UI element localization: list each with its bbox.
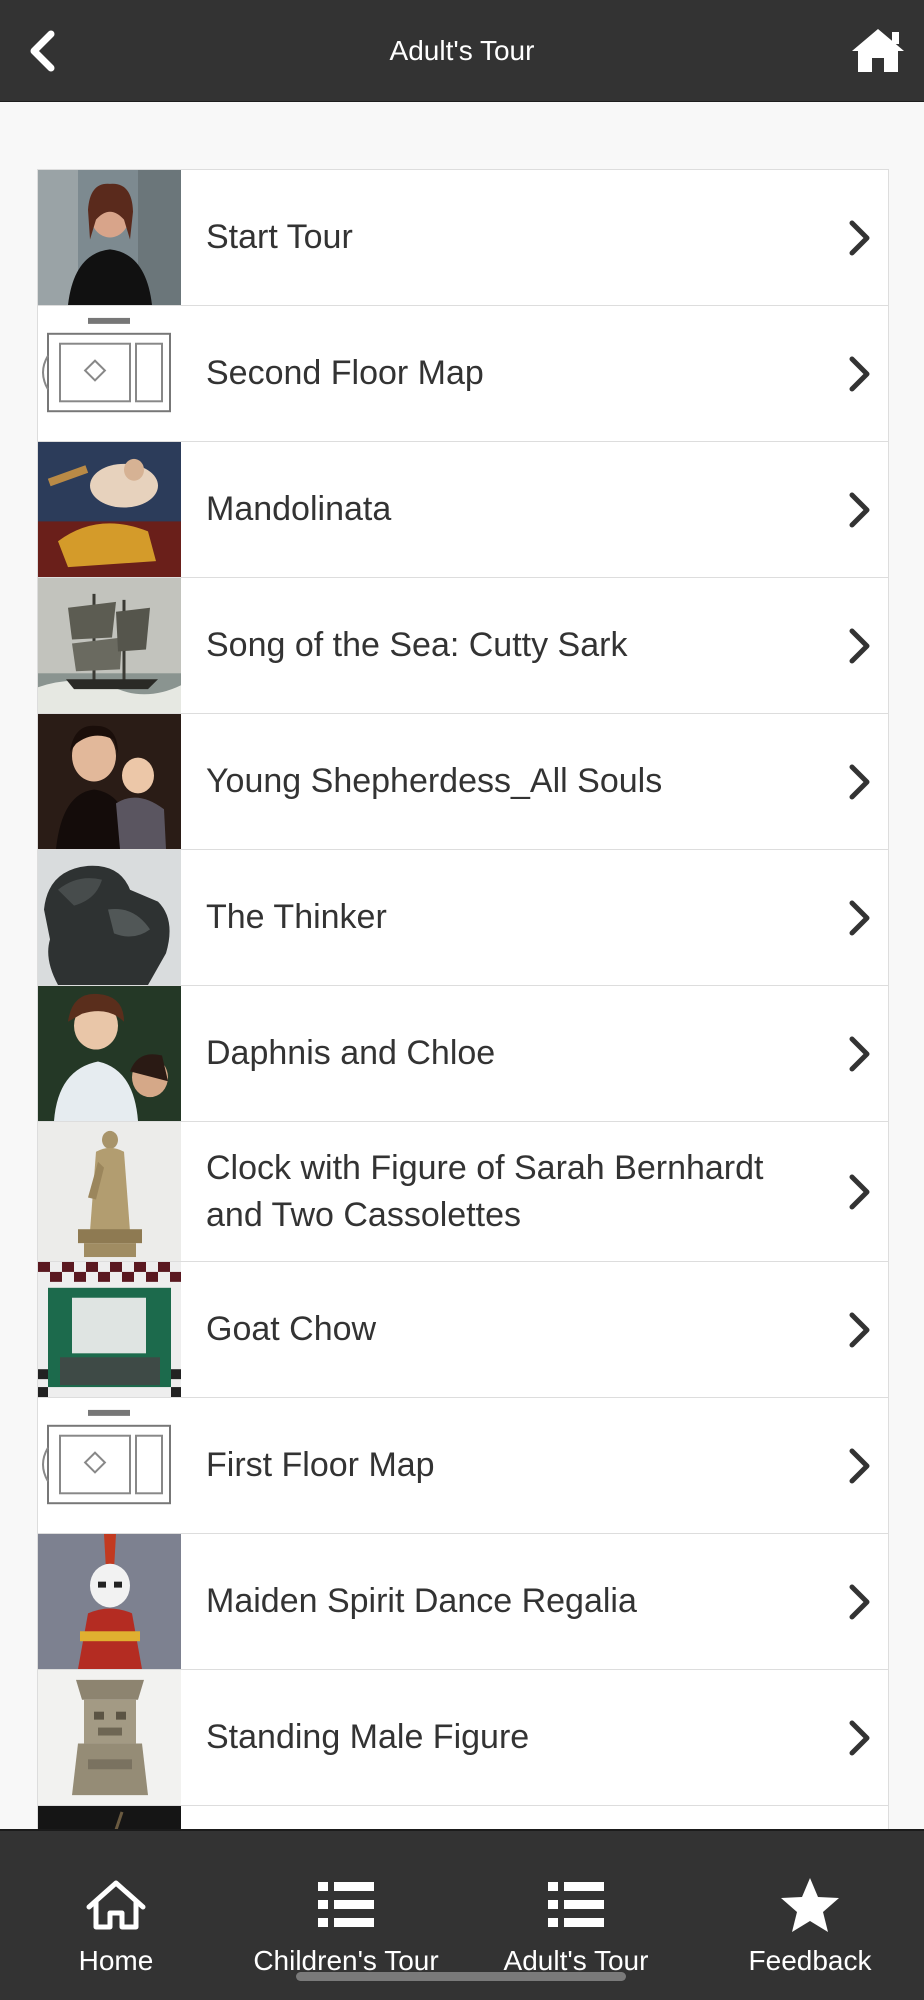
chevron-right-icon bbox=[849, 1720, 870, 1755]
list-icon bbox=[318, 1882, 374, 1927]
chevron-right-icon bbox=[849, 1448, 870, 1483]
list-item-label: Maiden Spirit Dance Regalia bbox=[206, 1582, 637, 1620]
list-item-label: Young Shepherdess_All Souls bbox=[206, 762, 663, 800]
page-title: Adult's Tour bbox=[389, 35, 535, 66]
list-item-label: Mandolinata bbox=[206, 490, 392, 528]
thumbnail-image bbox=[38, 1534, 181, 1669]
list-item-label: Second Floor Map bbox=[206, 354, 484, 392]
thumbnail-image bbox=[38, 714, 181, 849]
home-indicator-bar[interactable] bbox=[296, 1972, 626, 1981]
list-item-label: The Thinker bbox=[206, 898, 387, 936]
list-item[interactable]: Second Floor Map bbox=[38, 306, 888, 442]
list-item-label: Start Tour bbox=[206, 218, 353, 256]
list-item[interactable]: Mandolinata bbox=[38, 442, 888, 578]
chevron-right-icon bbox=[849, 1174, 870, 1209]
thumbnail-image bbox=[38, 986, 181, 1121]
tab-label: Home bbox=[78, 1945, 154, 1976]
list-item[interactable]: Song of the Sea: Cutty Sark bbox=[38, 578, 888, 714]
thumbnail-image bbox=[38, 1122, 181, 1261]
list-item-label: Standing Male Figure bbox=[206, 1718, 530, 1756]
home-button[interactable] bbox=[846, 20, 910, 80]
chevron-right-icon bbox=[849, 764, 870, 799]
chevron-right-icon bbox=[849, 356, 870, 391]
list-item-label: Clock with Figure of Sarah Bernhardt and… bbox=[206, 1148, 764, 1234]
list-item[interactable]: The Thinker bbox=[38, 850, 888, 986]
thumbnail-image bbox=[38, 578, 181, 713]
list-item-label: Song of the Sea: Cutty Sark bbox=[206, 626, 628, 664]
list-item[interactable]: First Floor Map bbox=[38, 1398, 888, 1534]
list-item[interactable]: Standing Male Figure bbox=[38, 1670, 888, 1806]
thumbnail-image bbox=[38, 1398, 181, 1533]
list-icon bbox=[548, 1882, 604, 1927]
thumbnail-image bbox=[38, 306, 181, 441]
tour-stop-list: Start Tour Second Floor Map Mandolinata … bbox=[37, 169, 889, 1942]
list-item[interactable]: Clock with Figure of Sarah Bernhardt and… bbox=[38, 1122, 888, 1262]
list-item-label: First Floor Map bbox=[206, 1446, 435, 1484]
thumbnail-image bbox=[38, 442, 181, 577]
list-item[interactable]: Start Tour bbox=[38, 170, 888, 306]
thumbnail-image bbox=[38, 1262, 181, 1397]
chevron-right-icon bbox=[849, 628, 870, 663]
home-icon bbox=[852, 29, 904, 72]
chevron-right-icon bbox=[849, 220, 870, 255]
chevron-right-icon bbox=[849, 1312, 870, 1347]
chevron-right-icon bbox=[849, 900, 870, 935]
list-item[interactable]: Goat Chow bbox=[38, 1262, 888, 1398]
tab-label: Feedback bbox=[748, 1945, 872, 1976]
thumbnail-image bbox=[38, 170, 181, 305]
star-icon bbox=[781, 1878, 839, 1932]
thumbnail-image bbox=[38, 850, 181, 985]
list-item[interactable]: Young Shepherdess_All Souls bbox=[38, 714, 888, 850]
chevron-right-icon bbox=[849, 1036, 870, 1071]
thumbnail-image bbox=[38, 1670, 181, 1805]
list-item[interactable]: Maiden Spirit Dance Regalia bbox=[38, 1534, 888, 1670]
list-item[interactable]: Daphnis and Chloe bbox=[38, 986, 888, 1122]
list-item-label: Goat Chow bbox=[206, 1310, 377, 1348]
chevron-right-icon bbox=[849, 492, 870, 527]
home-icon bbox=[86, 1880, 146, 1930]
tab-feedback[interactable]: Feedback bbox=[730, 1831, 890, 2000]
tab-home[interactable]: Home bbox=[40, 1831, 192, 2000]
header-bar: Adult's Tour bbox=[0, 0, 924, 102]
list-item-label: Daphnis and Chloe bbox=[206, 1034, 496, 1072]
chevron-right-icon bbox=[849, 1584, 870, 1619]
